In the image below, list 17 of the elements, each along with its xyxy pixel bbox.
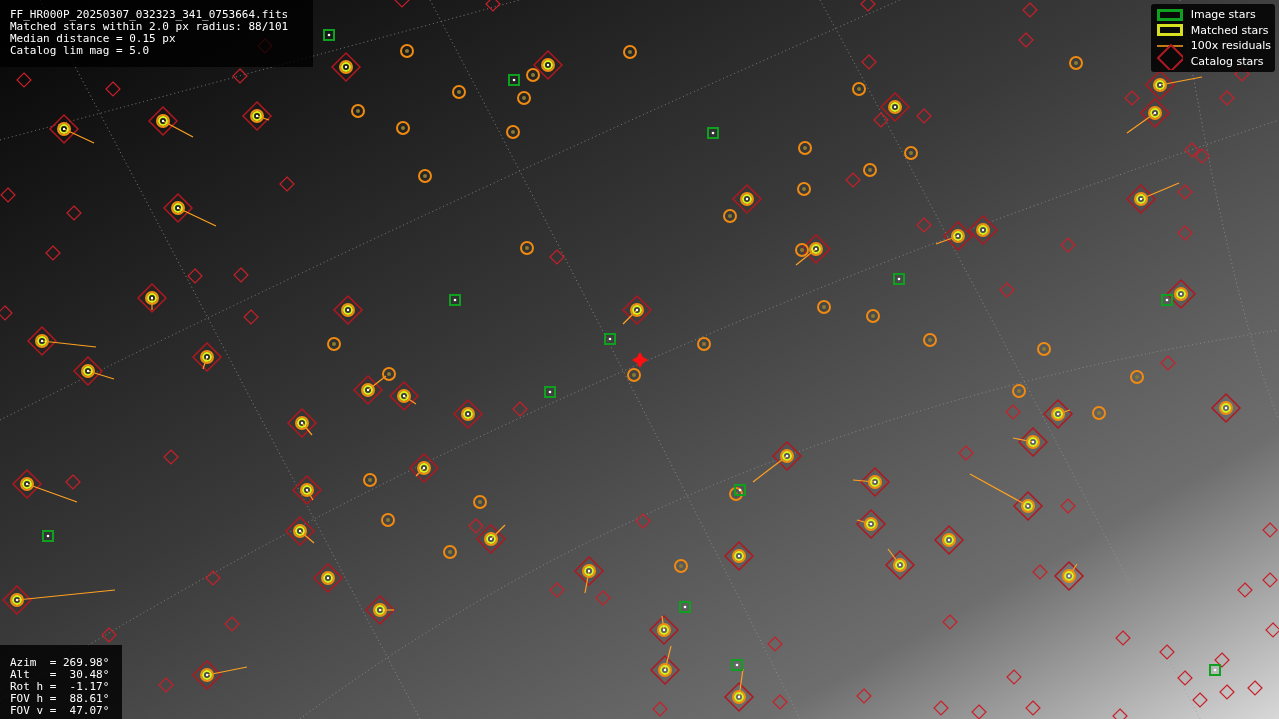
line-icon: [1156, 43, 1183, 48]
legend-label: Matched stars: [1190, 23, 1269, 37]
image-star-marker-icon: [1156, 8, 1183, 21]
diamond-icon: [1156, 44, 1183, 71]
legend-label: Image stars: [1190, 8, 1256, 22]
pointing-text: Alt = 30.48°: [10, 669, 111, 681]
pointing-text: Rot h = -1.17°: [10, 681, 111, 693]
pointing-text: FOV v = 47.07°: [10, 705, 111, 717]
info-text: Matched stars within 2.0 px radius: 88/101: [10, 21, 290, 33]
info-text: FF_HR000P_20250307_032323_341_0753664.fits: [10, 9, 290, 21]
info-text: Median distance = 0.15 px: [10, 33, 177, 45]
legend-label: 100x residuals: [1190, 39, 1271, 53]
pointing-text: FOV h = 88.61°: [10, 693, 111, 705]
matched-star-marker-icon: [1156, 24, 1183, 37]
legend-label: Catalog stars: [1190, 54, 1264, 68]
pointing-text: Azim = 269.98°: [10, 657, 111, 669]
info-text: Catalog lim mag = 5.0: [10, 45, 151, 57]
